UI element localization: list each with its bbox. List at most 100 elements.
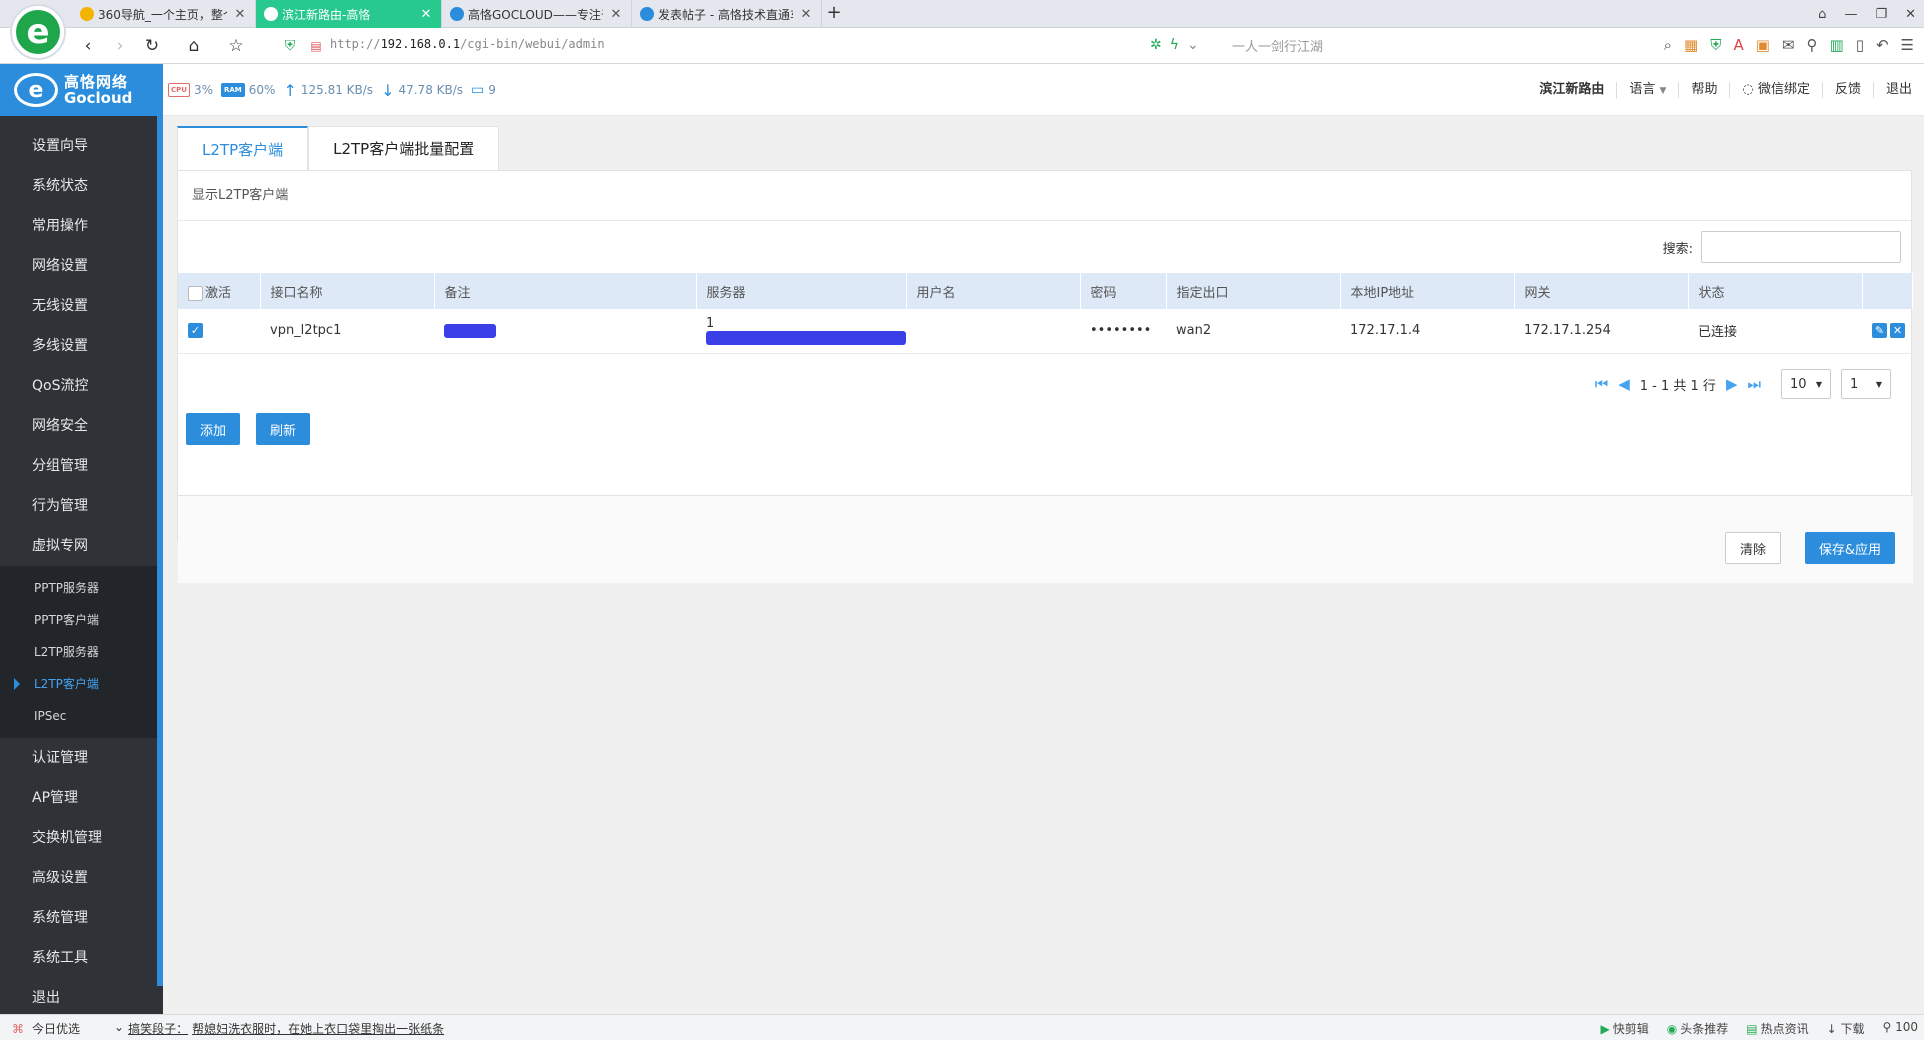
dropdown-chevron-icon[interactable]: ⌄ [1187, 37, 1199, 53]
translate-icon[interactable]: A [1733, 36, 1743, 54]
col-username[interactable]: 用户名 [906, 273, 1081, 309]
hot-news-item[interactable]: ▤ 热点资讯 [1746, 1020, 1808, 1037]
accelerate-icon[interactable]: ✲ [1150, 37, 1162, 53]
sidebar-item-vpn[interactable]: 虚拟专网 [0, 526, 163, 566]
search-label: 搜索: [1662, 241, 1693, 257]
col-server[interactable]: 服务器 [696, 273, 907, 309]
home-icon[interactable]: ⌂ [182, 34, 206, 58]
clear-button[interactable]: 清除 [1724, 532, 1781, 564]
sidebar-item-system-management[interactable]: 系统管理 [0, 898, 163, 938]
lightning-icon[interactable]: ϟ [1170, 37, 1179, 53]
forward-icon[interactable]: › [108, 34, 132, 58]
logout-link[interactable]: 退出 [1872, 82, 1924, 98]
tab-close-icon[interactable]: ✕ [233, 7, 247, 22]
sidebar-item-group-management[interactable]: 分组管理 [0, 446, 163, 486]
shield-icon[interactable]: ⛨ [1710, 36, 1721, 54]
reader-icon[interactable]: ▥ [1830, 36, 1844, 54]
last-page-icon[interactable]: ⏭ [1747, 375, 1761, 393]
sidebar-item-exit[interactable]: 退出 [0, 978, 163, 1014]
refresh-button[interactable]: 刷新 [256, 413, 311, 445]
close-window-icon[interactable]: ✕ [1905, 7, 1916, 22]
browser-search-input[interactable]: 一人一剑行江湖 [1232, 36, 1323, 55]
page-number-select[interactable]: 1 ▼ [1841, 369, 1891, 399]
sidebar-subitem-pptp-server[interactable]: PPTP服务器 [0, 572, 163, 604]
col-exit[interactable]: 指定出口 [1166, 273, 1341, 309]
back-icon[interactable]: ‹ [76, 34, 100, 58]
tab-l2tp-client[interactable]: L2TP客户端 [177, 126, 309, 170]
col-password[interactable]: 密码 [1080, 273, 1167, 309]
sidebar-item-switch[interactable]: 交换机管理 [0, 818, 163, 858]
bookmark-star-icon[interactable]: ☆ [224, 34, 248, 58]
browser-tab-gocloud[interactable]: 高恪GOCLOUD——专注于企业、网 ✕ [442, 0, 632, 28]
undo-icon[interactable]: ↶ [1876, 36, 1889, 54]
minimize-icon[interactable]: — [1844, 7, 1857, 22]
favorites-icon[interactable]: ▯ [1856, 36, 1864, 54]
col-gateway[interactable]: 网关 [1514, 273, 1689, 309]
mail-icon[interactable]: ✉ [1782, 36, 1795, 54]
skin-icon[interactable]: ⌂ [1818, 7, 1826, 22]
sidebar-item-common-ops[interactable]: 常用操作 [0, 206, 163, 246]
news-ticker[interactable]: ⌄ 搞笑段子： 帮媳妇洗衣服时，在她上衣口袋里掏出一张纸条 [114, 1020, 444, 1037]
save-apply-button[interactable]: 保存&应用 [1804, 532, 1895, 564]
brand-logo[interactable]: e 高恪网络 Gocloud [0, 64, 163, 116]
menu-icon[interactable]: ☰ [1901, 36, 1914, 54]
sidebar-item-advanced[interactable]: 高级设置 [0, 858, 163, 898]
wechat-bind-link[interactable]: ◌ 微信绑定 [1729, 82, 1822, 98]
browser-tab-router[interactable]: 滨江新路由-高恪 ✕ [256, 0, 442, 28]
sidebar-subitem-ipsec[interactable]: IPSec [0, 700, 163, 732]
today-picks[interactable]: ⌘ 今日优选 [12, 1020, 80, 1037]
col-local-ip[interactable]: 本地IP地址 [1340, 273, 1515, 309]
tab-l2tp-batch-config[interactable]: L2TP客户端批量配置 [308, 126, 500, 170]
reload-icon[interactable]: ↻ [140, 34, 164, 58]
browser-tab-360[interactable]: 360导航_一个主页，整个世界 ✕ [72, 0, 256, 28]
browser-logo[interactable]: e [10, 4, 66, 60]
edit-icon[interactable]: ✎ [1872, 323, 1887, 339]
search-icon[interactable]: ⌕ [1664, 36, 1672, 54]
screenshot-icon[interactable]: ▣ [1756, 36, 1770, 54]
new-tab-button[interactable]: + [822, 0, 846, 28]
tab-close-icon[interactable]: ✕ [609, 7, 623, 22]
sidebar-item-network-security[interactable]: 网络安全 [0, 406, 163, 446]
feedback-link[interactable]: 反馈 [1821, 82, 1873, 98]
next-page-icon[interactable]: ▶ [1726, 375, 1738, 393]
sidebar-subitem-pptp-client[interactable]: PPTP客户端 [0, 604, 163, 636]
apps-icon[interactable]: ▦ [1684, 36, 1698, 54]
sidebar-subitem-l2tp-server[interactable]: L2TP服务器 [0, 636, 163, 668]
sidebar-subitem-l2tp-client[interactable]: L2TP客户端 [0, 668, 163, 700]
download-item[interactable]: ↓ 下载 [1827, 1020, 1865, 1037]
headline-item[interactable]: ◉ 头条推荐 [1667, 1020, 1729, 1037]
url-field[interactable]: http://192.168.0.1/cgi-bin/webui/admin [330, 37, 605, 51]
quick-edit-item[interactable]: ▶ 快剪辑 [1600, 1020, 1648, 1037]
security-shield-icon[interactable]: ⛨ [278, 34, 302, 58]
sidebar-item-qos[interactable]: QoS流控 [0, 366, 163, 406]
sidebar-item-wireless[interactable]: 无线设置 [0, 286, 163, 326]
sidebar-item-ap[interactable]: AP管理 [0, 778, 163, 818]
page-size-select[interactable]: 10 ▼ [1781, 369, 1831, 399]
col-remark[interactable]: 备注 [434, 273, 697, 309]
language-menu[interactable]: 语言 ▼ [1616, 81, 1678, 99]
zoom-icon[interactable]: ⚲ [1807, 36, 1818, 54]
sidebar-item-system-tools[interactable]: 系统工具 [0, 938, 163, 978]
col-interface-name[interactable]: 接口名称 [260, 273, 435, 309]
select-all-checkbox[interactable] [188, 285, 203, 301]
first-page-icon[interactable]: ⏮ [1595, 375, 1609, 393]
tab-close-icon[interactable]: ✕ [419, 7, 433, 22]
sidebar-item-network-settings[interactable]: 网络设置 [0, 246, 163, 286]
col-status[interactable]: 状态 [1688, 273, 1863, 309]
add-button[interactable]: 添加 [186, 413, 241, 445]
browser-tab-forum[interactable]: 发表帖子 - 高恪技术直通车 - ✕ [632, 0, 822, 28]
sidebar-item-auth[interactable]: 认证管理 [0, 738, 163, 778]
restore-icon[interactable]: ❐ [1875, 7, 1887, 22]
zoom-item[interactable]: ⚲ 100 [1882, 1020, 1918, 1037]
sidebar-item-multi-wan[interactable]: 多线设置 [0, 326, 163, 366]
sidebar-item-system-status[interactable]: 系统状态 [0, 166, 163, 206]
tab-close-icon[interactable]: ✕ [799, 7, 813, 22]
prev-page-icon[interactable]: ◀ [1618, 375, 1630, 393]
sidebar-item-behavior-management[interactable]: 行为管理 [0, 486, 163, 526]
sidebar-item-setup-wizard[interactable]: 设置向导 [0, 126, 163, 166]
search-input[interactable] [1701, 231, 1901, 263]
sidebar-top-spacer [0, 116, 163, 126]
delete-icon[interactable]: ✕ [1890, 323, 1905, 339]
row-active-checkbox[interactable]: ✓ [188, 323, 203, 339]
help-link[interactable]: 帮助 [1678, 82, 1729, 98]
